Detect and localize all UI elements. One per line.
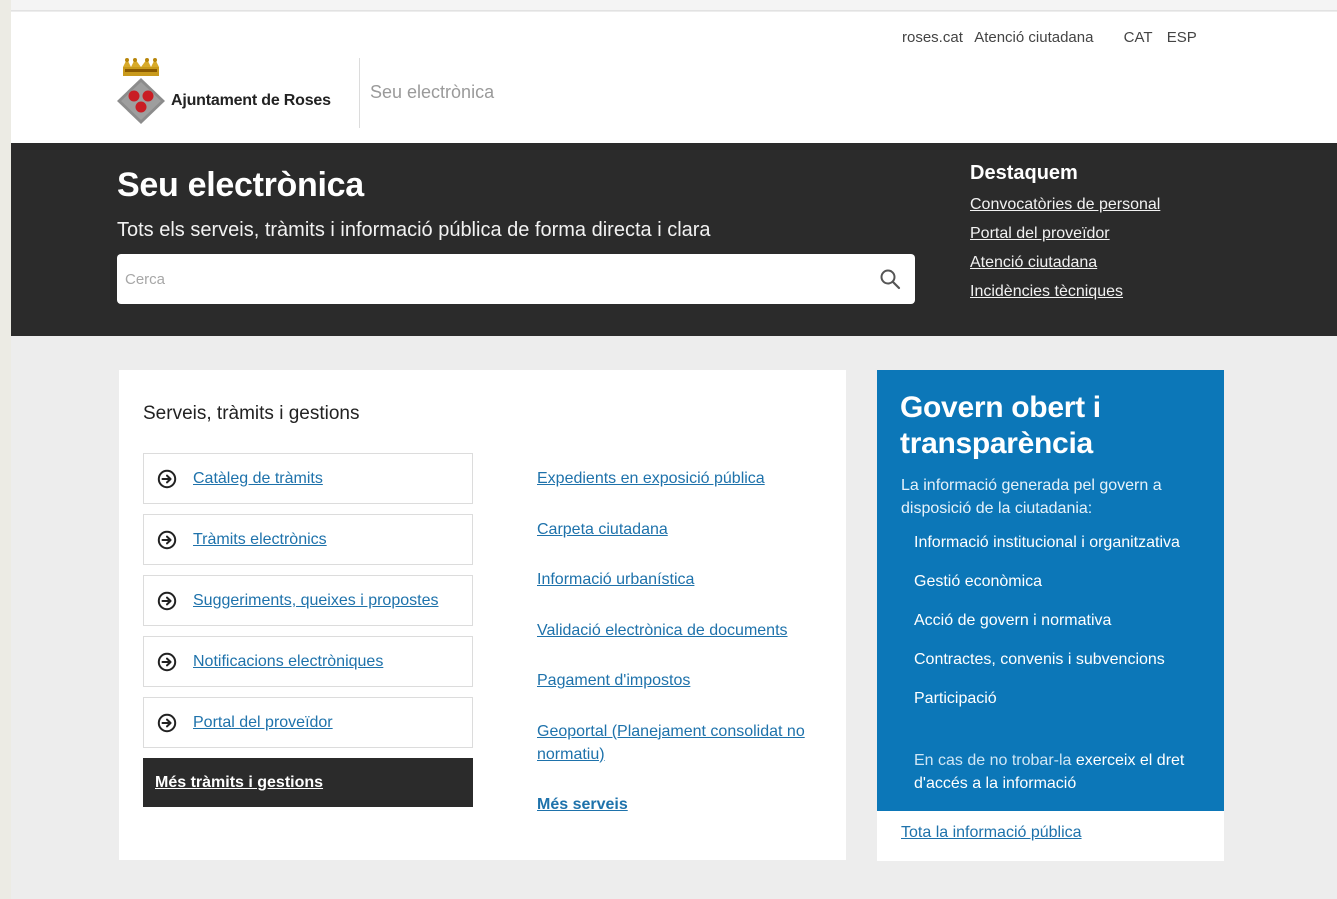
arrow-circle-right-icon bbox=[157, 652, 177, 672]
govern-link-accio-govern[interactable]: Acció de govern i normativa bbox=[914, 609, 1204, 632]
coat-of-arms-icon bbox=[117, 78, 165, 124]
featured-links: Destaquem Convocatòries de personal Port… bbox=[970, 162, 1160, 312]
featured-link-portal-proveidor[interactable]: Portal del proveïdor bbox=[970, 225, 1160, 243]
featured-link-atencio[interactable]: Atenció ciutadana bbox=[970, 254, 1160, 272]
link-carpeta-ciutadana[interactable]: Carpeta ciutadana bbox=[537, 518, 827, 541]
govern-title: Govern obert i transparència bbox=[900, 391, 1101, 460]
service-link-suggeriments[interactable]: Suggeriments, queixes i propostes bbox=[193, 592, 438, 610]
list-item[interactable]: Tràmits electrònics bbox=[143, 514, 473, 565]
link-geoportal[interactable]: Geoportal (Planejament consolidat no nor… bbox=[537, 720, 827, 766]
service-link-portal-proveidor[interactable]: Portal del proveïdor bbox=[193, 714, 333, 732]
site-subtitle: Seu electrònica bbox=[370, 82, 495, 102]
list-item[interactable]: Suggeriments, queixes i propostes bbox=[143, 575, 473, 626]
page-subtitle: Tots els serveis, tràmits i informació p… bbox=[117, 219, 711, 241]
utility-nav: roses.cat Atenció ciutadana CAT ESP bbox=[902, 29, 1197, 46]
all-public-info-link[interactable]: Tota la informació pública bbox=[901, 824, 1082, 842]
search-icon[interactable] bbox=[879, 268, 901, 290]
govern-link-institucional[interactable]: Informació institucional i organitzativa bbox=[914, 531, 1204, 554]
site-header: roses.cat Atenció ciutadana CAT ESP Ajun… bbox=[11, 12, 1337, 143]
govern-link-gestio-economica[interactable]: Gestió econòmica bbox=[914, 570, 1204, 593]
site-logo[interactable]: Ajuntament de Roses bbox=[117, 58, 357, 132]
govern-access-note: En cas de no trobar-la exerceix el dret … bbox=[914, 749, 1204, 795]
open-government-panel: Govern obert i transparència La informac… bbox=[877, 370, 1224, 811]
org-name: Ajuntament de Roses bbox=[171, 92, 331, 109]
left-margin-strip bbox=[0, 0, 11, 899]
more-procedures-link[interactable]: Més tràmits i gestions bbox=[155, 774, 323, 792]
hero-banner: Seu electrònica Tots els serveis, tràmit… bbox=[11, 143, 1337, 336]
language-cat[interactable]: CAT bbox=[1124, 29, 1153, 46]
service-link-notificacions[interactable]: Notificacions electròniques bbox=[193, 653, 383, 671]
arrow-circle-right-icon bbox=[157, 591, 177, 611]
logo-divider bbox=[359, 58, 360, 128]
link-informacio-urbanistica[interactable]: Informació urbanística bbox=[537, 568, 827, 591]
service-link-tramits-electronics[interactable]: Tràmits electrònics bbox=[193, 531, 327, 549]
search-box bbox=[117, 254, 915, 304]
featured-link-incidencies[interactable]: Incidències tècniques bbox=[970, 283, 1160, 301]
link-pagament-impostos[interactable]: Pagament d'impostos bbox=[537, 669, 827, 692]
list-item[interactable]: Notificacions electròniques bbox=[143, 636, 473, 687]
arrow-circle-right-icon bbox=[157, 530, 177, 550]
crown-icon bbox=[123, 58, 159, 76]
list-item[interactable]: Catàleg de tràmits bbox=[143, 453, 473, 504]
page-title: Seu electrònica bbox=[117, 166, 364, 204]
list-item[interactable]: Portal del proveïdor bbox=[143, 697, 473, 748]
utility-link-atencio[interactable]: Atenció ciutadana bbox=[974, 29, 1093, 46]
services-title: Serveis, tràmits i gestions bbox=[143, 403, 360, 424]
access-note-prefix: En cas de no trobar-la bbox=[914, 752, 1072, 769]
search-input[interactable] bbox=[117, 254, 857, 304]
govern-intro: La informació generada pel govern a disp… bbox=[901, 477, 1162, 517]
more-procedures-button[interactable]: Més tràmits i gestions bbox=[143, 758, 473, 807]
utility-link-roses[interactable]: roses.cat bbox=[902, 29, 963, 46]
service-link-cataleg[interactable]: Catàleg de tràmits bbox=[193, 470, 323, 488]
govern-footer: Tota la informació pública bbox=[877, 811, 1224, 861]
services-links: Expedients en exposició pública Carpeta … bbox=[537, 467, 827, 844]
services-panel: Serveis, tràmits i gestions Catàleg de t… bbox=[119, 370, 846, 860]
govern-link-contractes[interactable]: Contractes, convenis i subvencions bbox=[914, 648, 1204, 671]
govern-link-participacio[interactable]: Participació bbox=[914, 687, 1204, 710]
govern-links: Informació institucional i organitzativa… bbox=[914, 531, 1204, 726]
link-expedients[interactable]: Expedients en exposició pública bbox=[537, 467, 827, 490]
top-margin-strip bbox=[11, 0, 1337, 11]
link-validacio-documents[interactable]: Validació electrònica de documents bbox=[537, 619, 827, 642]
featured-link-convocatories[interactable]: Convocatòries de personal bbox=[970, 196, 1160, 214]
more-services-link[interactable]: Més serveis bbox=[537, 793, 827, 816]
featured-title: Destaquem bbox=[970, 162, 1078, 184]
arrow-circle-right-icon bbox=[157, 469, 177, 489]
arrow-circle-right-icon bbox=[157, 713, 177, 733]
services-list: Catàleg de tràmits Tràmits electrònics S… bbox=[143, 453, 473, 807]
language-esp[interactable]: ESP bbox=[1167, 29, 1197, 46]
